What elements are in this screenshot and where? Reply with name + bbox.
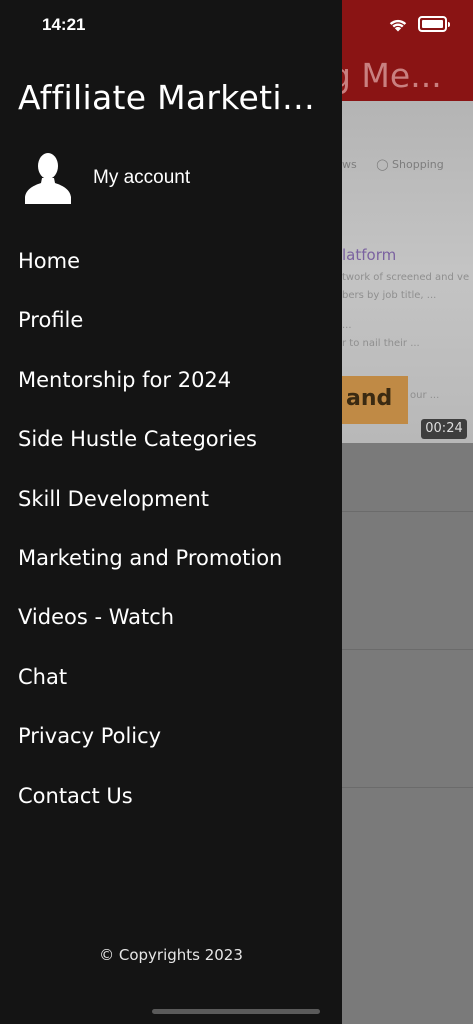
background-tab: ws <box>342 158 357 171</box>
background-overlay-word: and <box>346 386 393 411</box>
battery-icon <box>418 16 450 32</box>
my-account-button[interactable]: My account <box>24 152 190 204</box>
background-divider <box>342 787 473 788</box>
video-duration-badge: 00:24 <box>421 419 467 439</box>
background-tab: ◯ Shopping <box>376 158 444 171</box>
menu-item-marketing-promotion[interactable]: Marketing and Promotion <box>18 529 338 588</box>
menu-item-contact-us[interactable]: Contact Us <box>18 767 338 826</box>
menu-item-home[interactable]: Home <box>18 232 338 291</box>
menu-item-profile[interactable]: Profile <box>18 291 338 350</box>
wifi-icon <box>389 19 407 32</box>
menu-item-videos-watch[interactable]: Videos - Watch <box>18 588 338 647</box>
person-silhouette-icon <box>25 153 71 204</box>
my-account-label: My account <box>93 167 191 188</box>
background-text-line: bers by job title, ... <box>342 290 437 301</box>
background-text-line: twork of screened and ve <box>342 272 470 283</box>
drawer-menu: Home Profile Mentorship for 2024 Side Hu… <box>18 232 338 826</box>
background-text-line: r to nail their ... <box>342 338 420 349</box>
status-time: 14:21 <box>42 15 86 34</box>
background-divider <box>342 649 473 650</box>
copyright-text: © Copyrights 2023 <box>99 946 243 964</box>
background-tabs: ws ◯ Shopping <box>342 158 473 171</box>
background-divider <box>342 511 473 512</box>
status-icons <box>388 16 450 32</box>
background-header-title: g Me... <box>342 56 442 95</box>
menu-item-chat[interactable]: Chat <box>18 648 338 707</box>
home-indicator[interactable] <box>152 1009 320 1014</box>
menu-item-privacy-policy[interactable]: Privacy Policy <box>18 707 338 766</box>
background-text-line: our ... <box>410 390 440 401</box>
menu-item-side-hustle-categories[interactable]: Side Hustle Categories <box>18 410 338 469</box>
menu-item-mentorship[interactable]: Mentorship for 2024 <box>18 351 338 410</box>
navigation-drawer: 14:21 Affiliate Marketing Me... My accou… <box>0 0 342 1024</box>
background-text-line: ... <box>342 320 352 331</box>
background-partial-title: latform <box>342 246 397 264</box>
drawer-app-title: Affiliate Marketing Me... <box>18 78 328 117</box>
menu-item-skill-development[interactable]: Skill Development <box>18 470 338 529</box>
